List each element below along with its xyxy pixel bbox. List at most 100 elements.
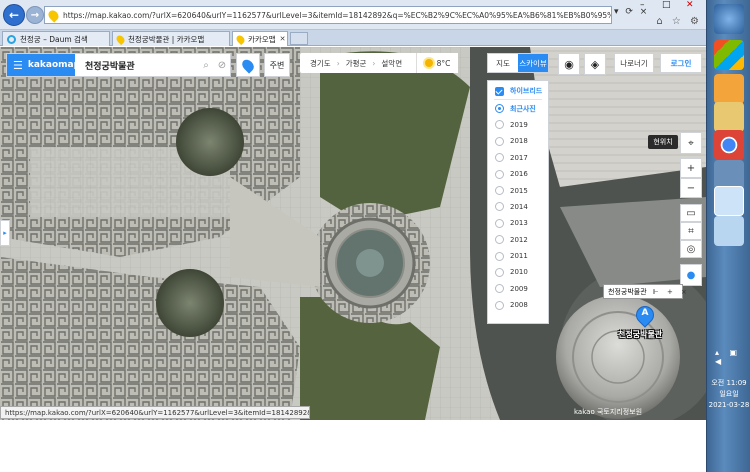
radio-icon <box>495 186 504 196</box>
year-option[interactable]: 2010 <box>488 264 548 280</box>
search-input[interactable]: 천정궁박물관 <box>75 59 198 72</box>
minimize-button[interactable]: – <box>640 0 645 14</box>
status-bar: https://map.kakao.com/?urlX=620640&urlY=… <box>0 406 310 419</box>
url-field[interactable]: https://map.kakao.com/?urlX=620640&urlY=… <box>44 6 612 24</box>
map-canvas[interactable] <box>0 47 706 420</box>
year-label: 2014 <box>510 202 528 211</box>
place-card[interactable]: 천정궁박물관 ⊩ + × <box>603 284 687 299</box>
year-option[interactable]: 2016 <box>488 166 548 182</box>
layers-button[interactable]: ◈ <box>584 53 606 75</box>
place-pin-button[interactable] <box>236 53 260 77</box>
year-option[interactable]: 2015 <box>488 182 548 198</box>
place-marker[interactable]: A <box>632 302 658 328</box>
radio-icon <box>495 235 504 245</box>
year-label: 2018 <box>510 137 528 146</box>
start-button[interactable] <box>714 4 744 34</box>
brand-box[interactable]: ☰ kakaomap <box>7 54 80 76</box>
area-button[interactable]: ⌗ <box>680 222 702 240</box>
close-window-button[interactable]: ✕ <box>686 0 694 14</box>
year-option[interactable]: 2013 <box>488 215 548 231</box>
hybrid-label: 하이브리드 <box>510 87 543 96</box>
year-label: 2015 <box>510 186 528 195</box>
photo-app-icon[interactable] <box>714 74 744 104</box>
breadcrumb-province[interactable]: 경기도 <box>310 58 331 69</box>
year-label: 2008 <box>510 301 528 310</box>
zoom-in-button[interactable]: + <box>680 158 702 178</box>
forward-button[interactable]: → <box>26 6 44 24</box>
taskbar: ▴ ▣ ◀ 오전 11:09 일요일 2021-03-28 <box>706 0 750 472</box>
paint-icon[interactable] <box>714 216 744 246</box>
tab-label: 천정궁박물관 | 카카오맵 <box>128 34 205 44</box>
clock-date: 2021-03-28 <box>708 401 750 409</box>
site-icon <box>46 7 61 23</box>
url-text[interactable]: https://map.kakao.com/?urlX=620640&urlY=… <box>63 11 611 20</box>
place-marker-button[interactable]: ● <box>680 264 702 286</box>
login-button[interactable]: 로그인 <box>660 53 702 73</box>
year-option[interactable]: 2019 <box>488 117 548 133</box>
year-option[interactable]: 2012 <box>488 232 548 248</box>
year-option[interactable]: 2008 <box>488 297 548 313</box>
year-option[interactable]: 2009 <box>488 281 548 297</box>
year-label: 2010 <box>510 268 528 277</box>
maximize-button[interactable]: □ <box>662 0 671 14</box>
clock-day: 일요일 <box>719 390 739 398</box>
chevron-right-icon: › <box>372 58 376 68</box>
satellite-imagery <box>0 47 706 420</box>
year-label: 2009 <box>510 284 528 293</box>
year-option[interactable]: 2014 <box>488 199 548 215</box>
breadcrumb-county[interactable]: 가평군 <box>346 58 367 69</box>
map-type-map[interactable]: 지도 <box>488 54 518 72</box>
marker-icon: ● <box>686 269 696 281</box>
chevron-right-icon: › <box>336 58 340 68</box>
clock[interactable]: 오전 11:09 일요일 2021-03-28 <box>707 378 750 411</box>
radio-icon <box>495 218 504 228</box>
kakaomap-icon <box>234 33 247 45</box>
reset-icon[interactable]: ⊘ <box>214 60 230 71</box>
tab-kakaomap[interactable]: 카카오맵 ✕ <box>232 31 288 46</box>
breadcrumb-town[interactable]: 설악면 <box>381 58 402 69</box>
folder-icon[interactable] <box>714 102 744 132</box>
close-tab-icon[interactable]: ✕ <box>276 35 286 43</box>
clock-time: 오전 11:09 <box>711 379 747 387</box>
menu-icon[interactable]: ☰ <box>13 59 23 72</box>
my-location-tooltip: 현위치 <box>648 135 678 149</box>
weather-widget[interactable]: 8°C <box>416 53 458 73</box>
roadview-button[interactable]: ◉ <box>558 53 580 75</box>
year-option[interactable]: 2011 <box>488 248 548 264</box>
my-location-button[interactable]: ⌖ <box>680 132 702 154</box>
temperature: 8°C <box>436 58 451 68</box>
back-button[interactable]: ← <box>3 4 25 26</box>
system-tray[interactable]: ▴ ▣ ◀ <box>715 348 745 366</box>
chrome-icon[interactable] <box>714 130 744 160</box>
tab-label: 천정궁 – Daum 검색 <box>20 34 88 44</box>
internet-explorer-icon[interactable] <box>714 186 744 216</box>
radio-icon <box>495 202 504 212</box>
marker-letter: A <box>641 308 649 318</box>
hybrid-checkbox[interactable]: 하이브리드 <box>488 83 548 99</box>
map-type-skyview[interactable]: 스카이뷰 <box>518 54 548 72</box>
zoom-out-button[interactable]: − <box>680 178 702 198</box>
search-icon[interactable]: ⌕ <box>198 60 214 71</box>
distance-button[interactable]: ▭ <box>680 204 702 222</box>
toolbar-icons[interactable]: ⌂ ☆ ⚙ <box>656 16 702 27</box>
minus-icon: − <box>686 182 696 194</box>
pin-icon <box>239 56 257 74</box>
year-option[interactable]: 2017 <box>488 150 548 166</box>
new-tab-button[interactable] <box>290 32 308 45</box>
year-label: 2012 <box>510 235 528 244</box>
page-bottom <box>0 420 706 472</box>
place-card-tools[interactable]: ⊩ + × <box>653 288 690 296</box>
search-bar: ☰ kakaomap 천정궁박물관 ⌕ ⊘ <box>6 53 231 77</box>
expand-panel-button[interactable]: ▸ <box>0 220 10 246</box>
tab-kakaomap-museum[interactable]: 천정궁박물관 | 카카오맵 <box>112 31 230 46</box>
windows-app-icon[interactable] <box>714 40 744 70</box>
year-option[interactable]: 2018 <box>488 133 548 149</box>
year-option-recent[interactable]: 최근사진 <box>488 100 548 116</box>
year-label: 2019 <box>510 120 528 129</box>
area-icon: ⌗ <box>688 225 694 237</box>
tab-daum[interactable]: 천정궁 – Daum 검색 <box>2 31 110 46</box>
nearby-button[interactable]: 주변 <box>264 53 290 77</box>
share-button[interactable]: 나로너기 <box>614 53 654 73</box>
brand-logo: kakaomap <box>27 60 81 70</box>
radius-button[interactable]: ◎ <box>680 240 702 258</box>
